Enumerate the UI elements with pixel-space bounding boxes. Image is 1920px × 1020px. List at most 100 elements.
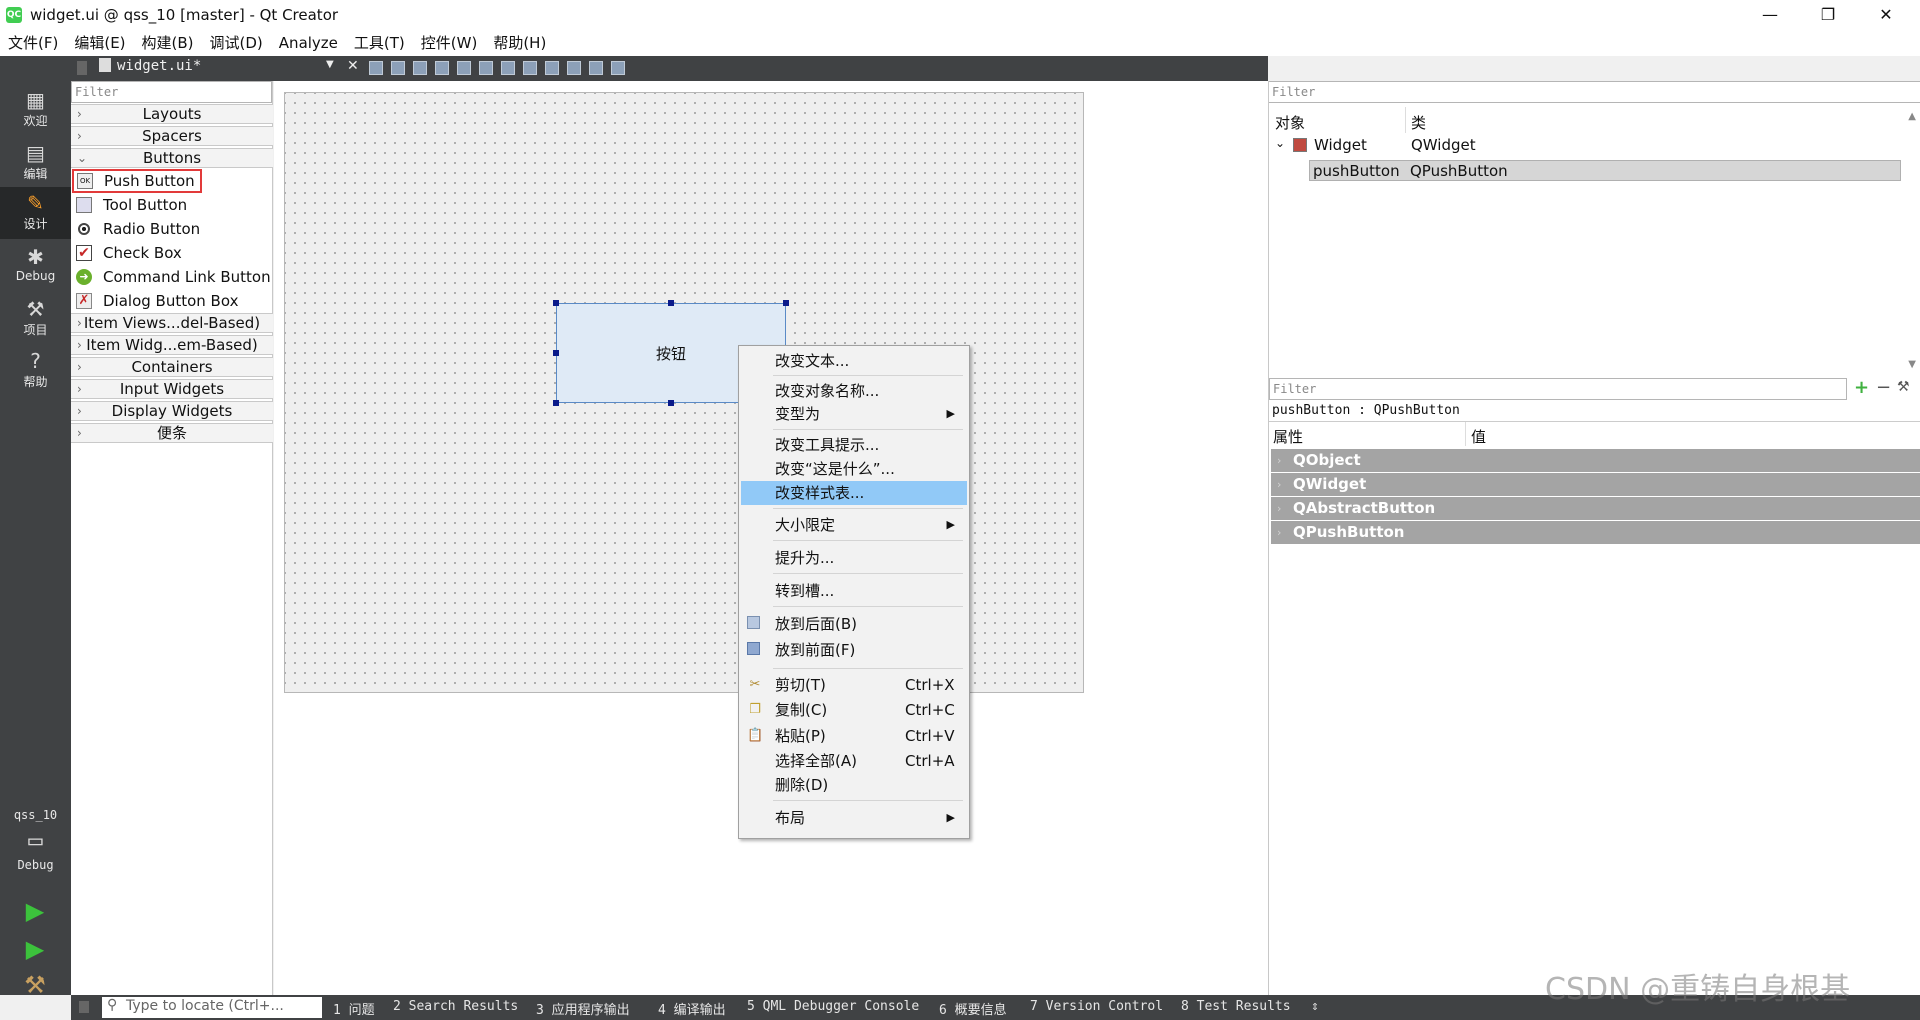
menu-item-delete[interactable]: 删除(D) (741, 773, 967, 797)
locator-input[interactable]: ⚲ Type to locate (Ctrl+... (102, 997, 322, 1018)
widget-tool-button[interactable]: Tool Button (71, 193, 273, 217)
chevron-updown-icon[interactable]: ⇕ (1311, 999, 1319, 1014)
menu-item-promote-to[interactable]: 提升为... (741, 546, 967, 570)
menu-item-morph-into[interactable]: 变型为 ▶ (741, 402, 967, 426)
tree-row-pushbutton[interactable]: pushButton QPushButton (1309, 160, 1901, 181)
layout-splitter-v-icon[interactable] (523, 61, 537, 75)
pane-compile-output[interactable]: 4 编译输出 (658, 999, 726, 1018)
menu-debug[interactable]: 调试(D) (202, 32, 271, 53)
resize-handle[interactable] (783, 300, 789, 306)
pane-version-control[interactable]: 7 Version Control (1030, 999, 1163, 1014)
property-group-qobject[interactable]: › QObject (1271, 449, 1920, 472)
mode-projects[interactable]: ⚒ 项目 (0, 293, 71, 345)
widget-push-button[interactable]: OK Push Button (72, 169, 202, 193)
toggle-sidebar-icon[interactable] (79, 1001, 89, 1013)
widgetbox-filter-input[interactable]: Filter (71, 81, 272, 103)
property-group-qabstractbutton[interactable]: › QAbstractButton (1271, 497, 1920, 520)
widget-radio-button[interactable]: Radio Button (71, 217, 273, 241)
document-tab[interactable]: widget.ui* (99, 58, 201, 74)
category-buttons[interactable]: ⌄ Buttons (71, 148, 273, 168)
menu-item-copy[interactable]: ❐ 复制(C) Ctrl+C (741, 698, 967, 722)
pane-qml-debugger-console[interactable]: 5 QML Debugger Console (747, 999, 919, 1014)
widget-check-box[interactable]: ✔ Check Box (71, 241, 273, 265)
adjust-size-icon[interactable] (611, 61, 625, 75)
layout-grid-icon[interactable] (545, 61, 559, 75)
menu-file[interactable]: 文件(F) (0, 32, 66, 53)
restore-icon[interactable]: ❐ (1800, 0, 1856, 29)
resize-handle[interactable] (668, 400, 674, 406)
mode-edit[interactable]: ▤ 编辑 (0, 137, 71, 189)
pane-issues[interactable]: 1 问题 (333, 999, 375, 1018)
menu-tools[interactable]: 工具(T) (346, 32, 413, 53)
widget-command-link-button[interactable]: ➜ Command Link Button (71, 265, 273, 289)
menu-edit[interactable]: 编辑(E) (66, 32, 133, 53)
remove-property-icon[interactable]: − (1876, 377, 1891, 398)
edit-signals-icon[interactable] (391, 61, 405, 75)
edit-buddies-icon[interactable] (413, 61, 427, 75)
scroll-down-icon[interactable]: ▼ (1908, 359, 1916, 370)
menu-item-change-text[interactable]: 改变文本... (741, 349, 967, 373)
menu-item-send-to-back[interactable]: 放到后面(B) (741, 612, 967, 636)
category-input-widgets[interactable]: › Input Widgets (71, 379, 273, 399)
object-filter-input[interactable]: Filter (1269, 81, 1920, 103)
menu-help[interactable]: 帮助(H) (485, 32, 554, 53)
add-property-icon[interactable]: + (1854, 377, 1869, 398)
close-document-icon[interactable]: ✕ (347, 58, 359, 74)
debug-run-icon[interactable]: ▶ (20, 934, 50, 964)
edit-tab-order-icon[interactable] (435, 61, 449, 75)
layout-form-icon[interactable] (567, 61, 581, 75)
layout-horizontal-icon[interactable] (457, 61, 471, 75)
menu-item-change-whats-this[interactable]: 改变“这是什么”... (741, 457, 967, 481)
menu-item-layout[interactable]: 布局 ▶ (741, 806, 967, 830)
mode-welcome[interactable]: ▦ 欢迎 (0, 84, 71, 136)
menu-item-change-object-name[interactable]: 改变对象名称... (741, 379, 967, 403)
minimize-icon[interactable]: — (1742, 0, 1798, 29)
chevron-down-icon[interactable]: ▼ (326, 59, 334, 70)
menu-item-go-to-slot[interactable]: 转到槽... (741, 579, 967, 603)
menu-item-size-constraints[interactable]: 大小限定 ▶ (741, 513, 967, 537)
build-hammer-icon[interactable]: ⚒ (20, 970, 50, 1000)
run-icon[interactable]: ▶ (20, 896, 50, 926)
menu-item-paste[interactable]: 📋 粘贴(P) Ctrl+V (741, 724, 967, 748)
mode-help[interactable]: ? 帮助 (0, 345, 71, 397)
category-layouts[interactable]: › Layouts (71, 104, 273, 124)
category-spacers[interactable]: › Spacers (71, 126, 273, 146)
resize-handle[interactable] (553, 350, 559, 356)
pane-general-messages[interactable]: 6 概要信息 (939, 999, 1007, 1018)
category-item-widgets[interactable]: › Item Widg...em-Based) (71, 335, 273, 355)
configure-wrench-icon[interactable]: ⚒ (1897, 379, 1910, 395)
menu-item-select-all[interactable]: 选择全部(A) Ctrl+A (741, 749, 967, 773)
category-item-views[interactable]: › Item Views...del-Based) (71, 313, 273, 333)
break-layout-icon[interactable] (589, 61, 603, 75)
menu-analyze[interactable]: Analyze (271, 34, 346, 52)
pane-search-results[interactable]: 2 Search Results (393, 999, 518, 1014)
category-display-widgets[interactable]: › Display Widgets (71, 401, 273, 421)
scroll-up-icon[interactable]: ▲ (1908, 111, 1916, 122)
category-containers[interactable]: › Containers (71, 357, 273, 377)
mode-debug[interactable]: ✱ Debug (0, 241, 71, 293)
menu-build[interactable]: 构建(B) (134, 32, 202, 53)
tree-row-widget[interactable]: ⌄ Widget QWidget (1271, 135, 1901, 157)
widget-dialog-button-box[interactable]: ✗ Dialog Button Box (71, 289, 273, 313)
split-icon[interactable] (77, 61, 87, 75)
category-label: Item Views...del-Based) (83, 314, 261, 332)
menu-item-bring-to-front[interactable]: 放到前面(F) (741, 638, 967, 662)
menu-widgets[interactable]: 控件(W) (413, 32, 486, 53)
pane-application-output[interactable]: 3 应用程序输出 (536, 999, 630, 1018)
category-scratchpad[interactable]: › 便条 (71, 423, 273, 443)
resize-handle[interactable] (553, 300, 559, 306)
property-filter-input[interactable]: Filter (1269, 378, 1847, 400)
resize-handle[interactable] (553, 400, 559, 406)
menu-item-cut[interactable]: ✂ 剪切(T) Ctrl+X (741, 673, 967, 697)
pane-test-results[interactable]: 8 Test Results (1181, 999, 1291, 1014)
property-group-qwidget[interactable]: › QWidget (1271, 473, 1920, 496)
menu-item-change-stylesheet[interactable]: 改变样式表... (741, 481, 967, 505)
property-group-qpushbutton[interactable]: › QPushButton (1271, 521, 1920, 544)
mode-design[interactable]: ✎ 设计 (0, 187, 71, 239)
layout-vertical-icon[interactable] (479, 61, 493, 75)
edit-widgets-icon[interactable] (369, 61, 383, 75)
resize-handle[interactable] (668, 300, 674, 306)
close-icon[interactable]: ✕ (1858, 0, 1914, 29)
layout-splitter-h-icon[interactable] (501, 61, 515, 75)
menu-item-change-tooltip[interactable]: 改变工具提示... (741, 433, 967, 457)
